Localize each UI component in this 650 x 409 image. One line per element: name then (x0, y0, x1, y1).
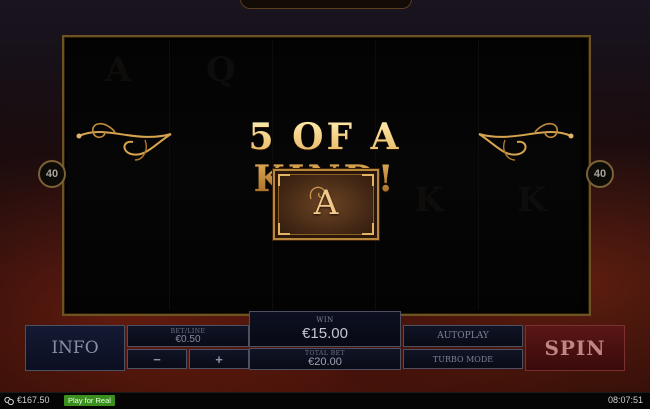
game-logo (240, 0, 412, 9)
reel-symbol-ghost: A (105, 50, 132, 90)
paylines-badge-left: 40 (38, 160, 66, 188)
winning-symbol-letter: A (313, 183, 339, 223)
bet-value: €0.50 (175, 333, 201, 345)
control-bar: INFO BET/LINE €0.50 − + WIN €15.00 TOTAL… (0, 311, 650, 372)
status-bar: €167.50 Play for Real 08:07:51 (0, 392, 650, 409)
clock: 08:07:51 (607, 395, 643, 405)
win-label: WIN (316, 316, 334, 324)
autoplay-button[interactable]: AUTOPLAY (403, 325, 523, 347)
win-display: WIN €15.00 (249, 311, 401, 347)
reel-1: A (67, 40, 170, 310)
reel-symbol-ghost: Q (206, 50, 236, 90)
total-bet-value: €20.00 (308, 356, 342, 368)
card-corner (278, 223, 290, 235)
spin-button[interactable]: SPIN (525, 325, 625, 371)
scroll-flourish-left-icon (76, 122, 172, 161)
total-bet-display: TOTAL BET €20.00 (249, 348, 401, 370)
increase-bet-button[interactable]: + (189, 349, 249, 369)
win-banner: 5 OF A KIND! (75, 112, 575, 200)
account-balance: €167.50 (17, 395, 50, 405)
scroll-flourish-right-icon (478, 122, 574, 161)
info-button[interactable]: INFO (25, 325, 125, 371)
reel-5: K (479, 40, 581, 310)
turbo-mode-button[interactable]: TURBO MODE (403, 349, 523, 369)
winning-symbol-card: A (273, 169, 379, 240)
reel-symbol-ghost: K (517, 180, 547, 220)
card-corner (362, 223, 374, 235)
play-for-real-button[interactable]: Play for Real (64, 395, 115, 406)
paylines-badge-right: 40 (586, 160, 614, 188)
decrease-bet-button[interactable]: − (127, 349, 187, 369)
coins-icon (4, 396, 14, 406)
bet-per-line-display: BET/LINE €0.50 (127, 325, 249, 347)
win-value: €15.00 (302, 325, 348, 342)
